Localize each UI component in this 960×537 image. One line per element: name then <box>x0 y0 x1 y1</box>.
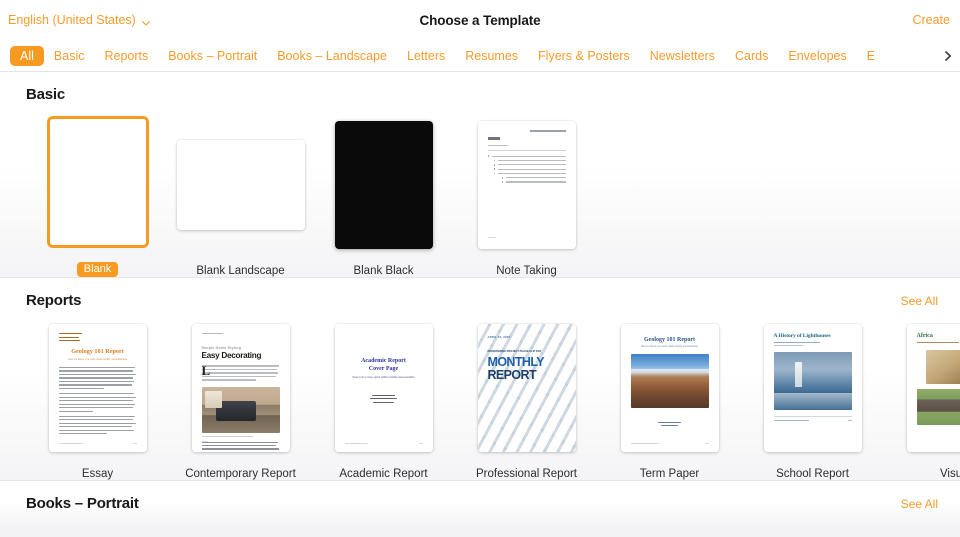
template-tile[interactable]: Geology 101 Report Ded we know you were m… <box>598 317 741 480</box>
tab-envelopes[interactable]: Envelopes <box>778 46 856 66</box>
tabs-scroll-right-button[interactable] <box>934 40 960 71</box>
section-title: Books – Portrait <box>26 495 139 512</box>
template-tile[interactable]: Academic Report Cover Page Steel roll occu… <box>312 317 455 480</box>
template-preview-contemporary[interactable]: Simple Home Styling Easy Decorating L <box>191 324 290 452</box>
template-tile[interactable]: Blank <box>26 111 169 277</box>
create-button[interactable]: Create <box>912 13 950 27</box>
template-preview-academic[interactable]: Academic Report Cover Page Steel roll occu… <box>334 324 433 452</box>
template-thumbnail[interactable] <box>455 114 598 256</box>
template-thumbnail[interactable]: Simple Home Styling Easy Decorating L <box>169 317 312 459</box>
tab-newsletters[interactable]: Newsletters <box>640 46 725 66</box>
section-reports: Reports See All Geology 101 Report And we k… <box>0 277 960 480</box>
template-label: Term Paper <box>639 468 700 480</box>
template-label: Professional Report <box>476 468 577 480</box>
template-tile[interactable]: A History of Lighthouses School Report <box>741 317 884 480</box>
tab-reports[interactable]: Reports <box>94 46 158 66</box>
section-header: Books – Portrait See All <box>0 481 960 520</box>
template-preview-note[interactable] <box>477 121 576 249</box>
template-tile[interactable]: Simple Home Styling Easy Decorating L Conte… <box>169 317 312 480</box>
tab-e[interactable]: E <box>857 46 885 66</box>
tab-letters[interactable]: Letters <box>397 46 455 66</box>
template-tile[interactable]: Geology 101 Report And we know you were m… <box>26 317 169 480</box>
template-preview-professional[interactable]: APRIL 15, 2020 MODERNIZING PROJECT PHASE … <box>477 324 576 452</box>
template-preview-termpaper[interactable]: Geology 101 Report Ded we know you were m… <box>620 324 719 452</box>
template-thumbnail[interactable] <box>312 114 455 256</box>
template-thumbnail[interactable]: A History of Lighthouses <box>741 317 884 459</box>
templates-scroll-area[interactable]: Basic Blank Blank Landscape Blank Black Note… <box>0 72 960 537</box>
template-label: Essay <box>81 468 114 480</box>
section-basic: Basic Blank Blank Landscape Blank Black Note… <box>0 72 960 277</box>
template-tile[interactable]: Africa Visual <box>884 317 960 480</box>
template-preview-blank[interactable] <box>46 116 149 248</box>
section-title: Basic <box>26 86 66 103</box>
section-books-portrait: Books – Portrait See All <box>0 480 960 526</box>
category-tabbar: All Basic Reports Books – Portrait Books – L… <box>0 40 960 72</box>
template-preview-blank[interactable] <box>176 140 305 230</box>
see-all-link[interactable]: See All <box>901 497 938 511</box>
template-thumbnail[interactable] <box>26 111 169 253</box>
tab-flyers-posters[interactable]: Flyers & Posters <box>528 46 640 66</box>
page-title: Choose a Template <box>419 12 541 28</box>
template-tile[interactable]: Note Taking <box>455 114 598 277</box>
section-title: Reports <box>26 292 82 309</box>
tab-resumes[interactable]: Resumes <box>455 46 528 66</box>
choose-template-window: English (United States) Choose a Templat… <box>0 0 960 537</box>
template-label: Visual <box>939 468 960 480</box>
tab-basic[interactable]: Basic <box>44 46 95 66</box>
template-row: Blank Blank Landscape Blank Black Note Taki… <box>0 111 960 277</box>
template-thumbnail[interactable] <box>169 114 312 256</box>
template-preview-essay[interactable]: Geology 101 Report And we know you were m… <box>48 324 147 452</box>
window-titlebar: English (United States) Choose a Templat… <box>0 0 960 40</box>
template-label: Blank Landscape <box>196 265 285 277</box>
template-tile[interactable]: Blank Black <box>312 114 455 277</box>
chevron-right-icon <box>945 50 952 61</box>
template-thumbnail[interactable]: Academic Report Cover Page Steel roll occu… <box>312 317 455 459</box>
template-thumbnail[interactable]: Africa <box>884 317 960 459</box>
template-preview-black[interactable] <box>334 121 433 249</box>
tab-all[interactable]: All <box>10 45 44 66</box>
template-preview-school[interactable]: A History of Lighthouses <box>763 324 862 452</box>
template-preview-visual[interactable]: Africa <box>906 324 960 452</box>
template-label: Contemporary Report <box>185 468 296 480</box>
template-tile[interactable]: Blank Landscape <box>169 114 312 277</box>
template-tile[interactable]: APRIL 15, 2020 MODERNIZING PROJECT PHASE … <box>455 317 598 480</box>
section-header: Reports See All <box>0 278 960 317</box>
template-label: School Report <box>776 468 849 480</box>
see-all-link[interactable]: See All <box>901 294 938 308</box>
tab-books-landscape[interactable]: Books – Landscape <box>267 46 397 66</box>
template-thumbnail[interactable]: APRIL 15, 2020 MODERNIZING PROJECT PHASE … <box>455 317 598 459</box>
template-thumbnail[interactable]: Geology 101 Report Ded we know you were m… <box>598 317 741 459</box>
template-label: Note Taking <box>496 265 557 277</box>
tab-books-portrait[interactable]: Books – Portrait <box>158 46 267 66</box>
template-label: Blank <box>76 262 119 277</box>
section-header: Basic <box>0 72 960 111</box>
template-label: Blank Black <box>353 265 414 277</box>
template-row: Geology 101 Report And we know you were m… <box>0 317 960 480</box>
template-thumbnail[interactable]: Geology 101 Report And we know you were m… <box>26 317 169 459</box>
tab-cards[interactable]: Cards <box>725 46 778 66</box>
template-label: Academic Report <box>339 468 428 480</box>
